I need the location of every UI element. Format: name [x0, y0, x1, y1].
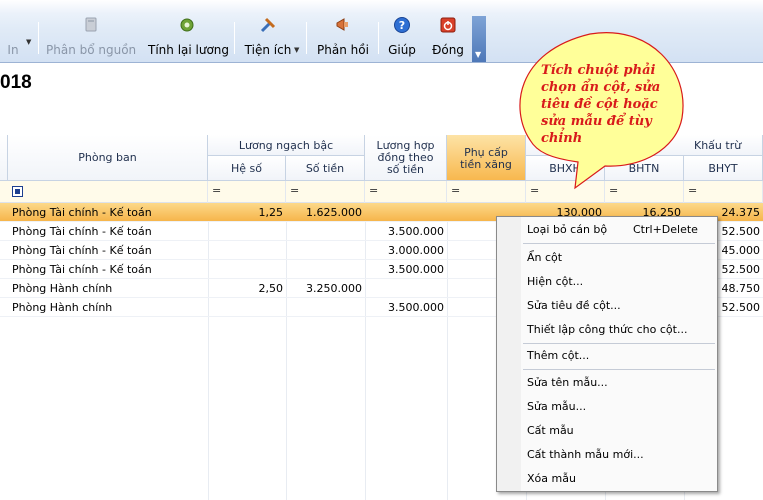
column-header-bhtn[interactable]: BHTN — [605, 156, 684, 181]
filter-department[interactable] — [0, 181, 208, 203]
cell-department[interactable]: Phòng Tài chính - Kế toán — [0, 241, 208, 260]
cell-coefficient[interactable] — [208, 260, 286, 279]
help-button[interactable]: ? Giúp — [386, 16, 418, 60]
column-header-bhyt[interactable]: BHYT — [684, 156, 763, 181]
print-label: In — [7, 43, 19, 57]
cell-contract[interactable] — [365, 279, 447, 298]
filter-amount[interactable]: = — [286, 181, 365, 203]
cell-amount[interactable] — [286, 241, 365, 260]
cell-department[interactable]: Phòng Hành chính — [0, 298, 208, 317]
cell-coefficient[interactable] — [208, 241, 286, 260]
column-header-coefficient[interactable]: Hệ số — [208, 156, 286, 181]
cell-contract[interactable] — [365, 203, 447, 222]
cell-department[interactable]: Phòng Tài chính - Kế toán — [0, 260, 208, 279]
cell-contract[interactable]: 3.500.000 — [365, 298, 447, 317]
cell-coefficient[interactable] — [208, 222, 286, 241]
menu-rename-template[interactable]: Sửa tên mẫu... — [527, 374, 713, 392]
cell-coefficient[interactable] — [208, 298, 286, 317]
cell-amount[interactable] — [286, 298, 365, 317]
filter-contract[interactable]: = — [365, 181, 447, 203]
menu-edit-column-title[interactable]: Sửa tiêu đề cột... — [527, 297, 713, 315]
filter-bhtn[interactable]: = — [605, 181, 684, 203]
cell-contract[interactable]: 3.000.000 — [365, 241, 447, 260]
filter-bhxh[interactable]: = — [526, 181, 605, 203]
menu-edit-template[interactable]: Sửa mẫu... — [527, 398, 713, 416]
cell-department[interactable]: Phòng Tài chính - Kế toán — [0, 203, 208, 222]
row-indicator-header — [0, 135, 8, 181]
feedback-button[interactable]: Phản hồi — [316, 16, 370, 60]
column-header-department[interactable]: Phòng ban — [8, 135, 208, 181]
callout-text: Tích chuột phải chọn ẩn cột, sửa tiêu đề… — [541, 63, 661, 146]
filter-checkbox-icon[interactable] — [12, 186, 23, 197]
cell-coefficient[interactable]: 1,25 — [208, 203, 286, 222]
cell-amount[interactable] — [286, 260, 365, 279]
cell-contract[interactable]: 3.500.000 — [365, 222, 447, 241]
column-header-bhxh[interactable]: BHXH — [526, 156, 605, 181]
power-icon — [440, 17, 456, 33]
help-icon: ? — [394, 17, 410, 33]
chevron-down-icon: ▼ — [475, 50, 482, 59]
recalc-salary-button[interactable]: Tính lại lương — [148, 16, 229, 60]
menu-save-template[interactable]: Cất mẫu — [527, 422, 713, 440]
tools-icon — [260, 17, 276, 33]
document-stack-icon — [85, 17, 97, 32]
utilities-button[interactable]: Tiện ích — [244, 16, 292, 60]
page-title: 018 — [0, 72, 32, 93]
toolbar-overflow-button[interactable]: ▼ — [472, 16, 486, 62]
column-header-amount[interactable]: Số tiền — [286, 156, 365, 181]
menu-set-formula[interactable]: Thiết lập công thức cho cột... — [527, 321, 713, 339]
cell-amount[interactable]: 1.625.000 — [286, 203, 365, 222]
cell-contract[interactable]: 3.500.000 — [365, 260, 447, 279]
toolbar: In ▼ Phân bổ nguồn Tính lại lương Tiện í… — [0, 0, 763, 63]
column-header-contract-salary[interactable]: Lương hợp đồng theo số tiền — [365, 135, 447, 181]
column-header-fuel-allowance[interactable]: Phụ cấp tiền xăng — [447, 135, 526, 181]
utilities-dropdown-icon[interactable]: ▼ — [294, 46, 299, 54]
cell-amount[interactable]: 3.250.000 — [286, 279, 365, 298]
cell-department[interactable]: Phòng Tài chính - Kế toán — [0, 222, 208, 241]
filter-row: = = = = = = = — [0, 181, 763, 203]
cell-amount[interactable] — [286, 222, 365, 241]
filter-fuel[interactable]: = — [447, 181, 526, 203]
menu-delete-template[interactable]: Xóa mẫu — [527, 470, 713, 488]
close-button[interactable]: Đóng — [430, 16, 466, 60]
allocate-source-button[interactable]: Phân bổ nguồn — [46, 16, 136, 60]
print-button[interactable]: In — [2, 16, 24, 60]
megaphone-icon — [336, 18, 348, 31]
menu-save-as-new-template[interactable]: Cất thành mẫu mới... — [527, 446, 713, 464]
filter-coefficient[interactable]: = — [208, 181, 286, 203]
svg-text:?: ? — [399, 19, 405, 32]
filter-bhyt[interactable]: = — [684, 181, 763, 203]
cell-department[interactable]: Phòng Hành chính — [0, 279, 208, 298]
column-group-grade-salary: Lương ngạch bậc — [208, 135, 365, 156]
cell-coefficient[interactable]: 2,50 — [208, 279, 286, 298]
menu-add-column[interactable]: Thêm cột... — [527, 347, 713, 365]
menu-show-column[interactable]: Hiện cột... — [527, 273, 713, 291]
print-dropdown-icon[interactable]: ▼ — [26, 38, 31, 46]
menu-remove-employee[interactable]: Loại bỏ cán bộ Ctrl+Delete — [527, 221, 713, 239]
gear-icon — [180, 18, 194, 32]
menu-hide-column[interactable]: Ẩn cột — [527, 249, 713, 267]
context-menu: Loại bỏ cán bộ Ctrl+Delete Ẩn cột Hiện cộ… — [496, 216, 718, 492]
